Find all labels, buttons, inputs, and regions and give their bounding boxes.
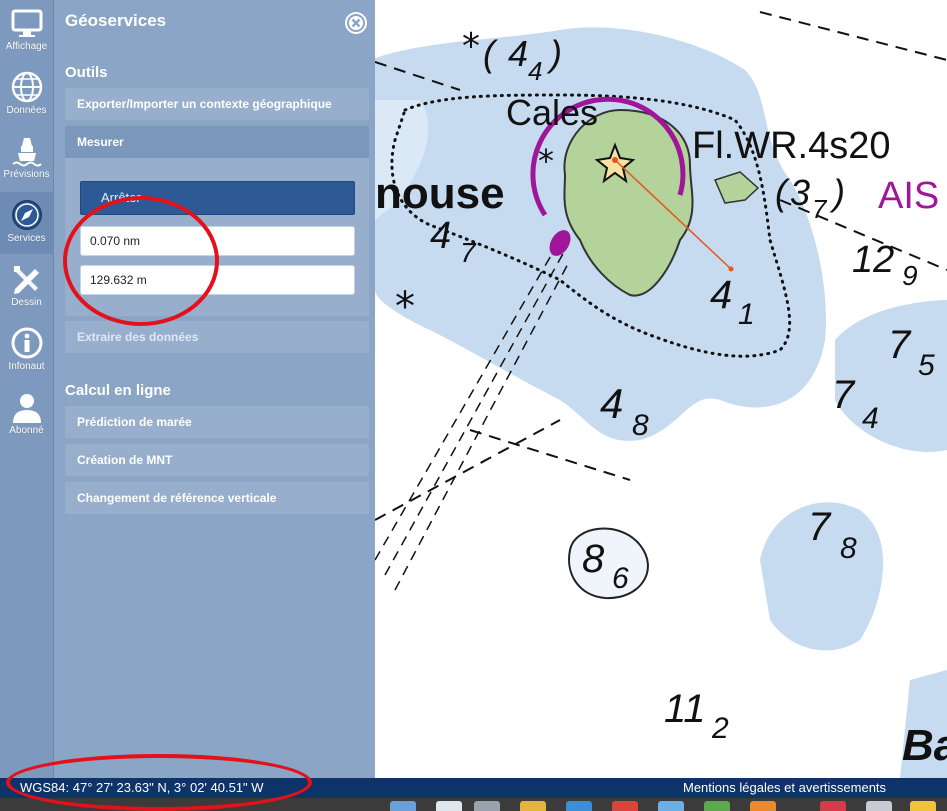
sidebar-item-abonne[interactable]: Abonné [0,384,53,446]
sidebar-item-label: Dessin [11,297,42,308]
distance-m-field[interactable] [80,265,355,295]
sidebar-item-dessin[interactable]: Dessin [0,256,53,318]
dock-app-icon[interactable] [910,801,936,811]
map-light-label: Fl.WR.4s20 [692,125,890,167]
sounding-sub: 4 [862,402,879,435]
measure-item[interactable]: Mesurer [65,126,369,158]
sounding-value: 4 [430,215,451,257]
sidebar-item-label: Prévisions [3,169,50,180]
nautical-chart-map[interactable]: * * * nouse Cales Fl.WR.4s20 AIS Ba ( 4 … [375,0,947,778]
legal-notice-link[interactable]: Mentions légales et avertissements [683,780,886,795]
buoy-icon [11,138,42,167]
section-title-outils: Outils [65,64,108,81]
measure-point [612,157,618,163]
tide-prediction-item[interactable]: Prédiction de marée [65,406,369,438]
sounding-sub: 6 [612,562,629,595]
sounding-sub: 9 [902,260,918,291]
rock-symbol: * [395,284,415,330]
close-icon [347,14,365,32]
sounding-sub: 4 [528,56,542,86]
sidebar-item-label: Infonaut [8,361,45,372]
sidebar-item-donnees[interactable]: Données [0,64,53,126]
sounding-sub: 7 [460,237,477,268]
sounding-sub: 5 [918,349,935,382]
extract-data-item[interactable]: Extraire des données [65,321,369,353]
sidebar-item-label: Abonné [9,425,44,436]
dock-app-icon[interactable] [704,801,730,811]
sounding-value: 7 [808,505,832,549]
panel-title: Géoservices [65,11,167,30]
dock-app-icon[interactable] [566,801,592,811]
dock-app-icon[interactable] [474,801,500,811]
dock-app-icon[interactable] [820,801,846,811]
sidebar-item-affichage[interactable]: Affichage [0,0,53,62]
sounding-value: 4 [710,273,732,317]
sidebar-item-previsions[interactable]: Prévisions [0,128,53,190]
measure-point [728,266,734,272]
map-islet-label: Cales [506,92,598,133]
sounding-value: 7 [888,323,912,367]
sounding-value: 11 [664,687,706,731]
sounding-value: 7 [832,373,856,417]
user-icon [12,394,41,423]
export-import-context-item[interactable]: Exporter/Importer un contexte géographiq… [65,88,369,120]
sounding-value: 4 [600,380,623,427]
sounding-sub: 8 [632,409,649,442]
sounding-sub: 7 [812,194,828,224]
map-edge-label: Ba [902,721,947,770]
sidebar-item-label: Affichage [5,41,48,52]
info-icon [11,327,42,359]
dock-app-icon[interactable] [750,801,776,811]
dock-app-icon[interactable] [390,801,416,811]
sounding-sub: 8 [840,532,857,565]
draw-tools-icon [13,266,39,294]
monitor-icon [11,9,42,37]
sounding-value: 12 [852,239,894,281]
status-bar: WGS84: 47° 27' 23.63" N, 3° 02' 40.51" W… [0,778,947,798]
vertical-reference-item[interactable]: Changement de référence verticale [65,482,369,514]
map-place-label: nouse [375,169,505,218]
compass-icon [11,200,42,230]
sounding-value: 8 [582,537,605,581]
section-title-calcul: Calcul en ligne [65,382,171,399]
sounding-value: 3 [790,172,810,213]
dock-app-icon[interactable] [658,801,684,811]
geoservices-panel: Géoservices Outils Exporter/Importer un … [54,0,375,778]
close-panel-button[interactable] [345,12,367,34]
sounding-sub: 2 [711,712,729,745]
dock-app-icon[interactable] [612,801,638,811]
sidebar-rail: Affichage Données Prévisions Services De… [0,0,54,778]
sidebar-item-services[interactable]: Services [0,192,53,254]
stop-measure-button[interactable]: Arrêter [80,181,355,215]
globe-icon [11,71,42,103]
rock-symbol: * [462,26,480,67]
mnt-creation-item[interactable]: Création de MNT [65,444,369,476]
sounding-value: 4 [508,33,528,74]
distance-nm-field[interactable] [80,226,355,256]
dock-app-icon[interactable] [520,801,546,811]
cursor-coordinates: WGS84: 47° 27' 23.63" N, 3° 02' 40.51" W [20,780,264,795]
sidebar-item-infonaut[interactable]: Infonaut [0,320,53,382]
map-ais-label: AIS [878,175,939,217]
dock-app-icon[interactable] [436,801,462,811]
rock-symbol: * [538,142,554,180]
sounding-sub: 1 [738,298,755,331]
sidebar-item-label: Données [6,105,47,116]
dock-app-icon[interactable] [866,801,892,811]
sidebar-item-label: Services [7,233,46,244]
